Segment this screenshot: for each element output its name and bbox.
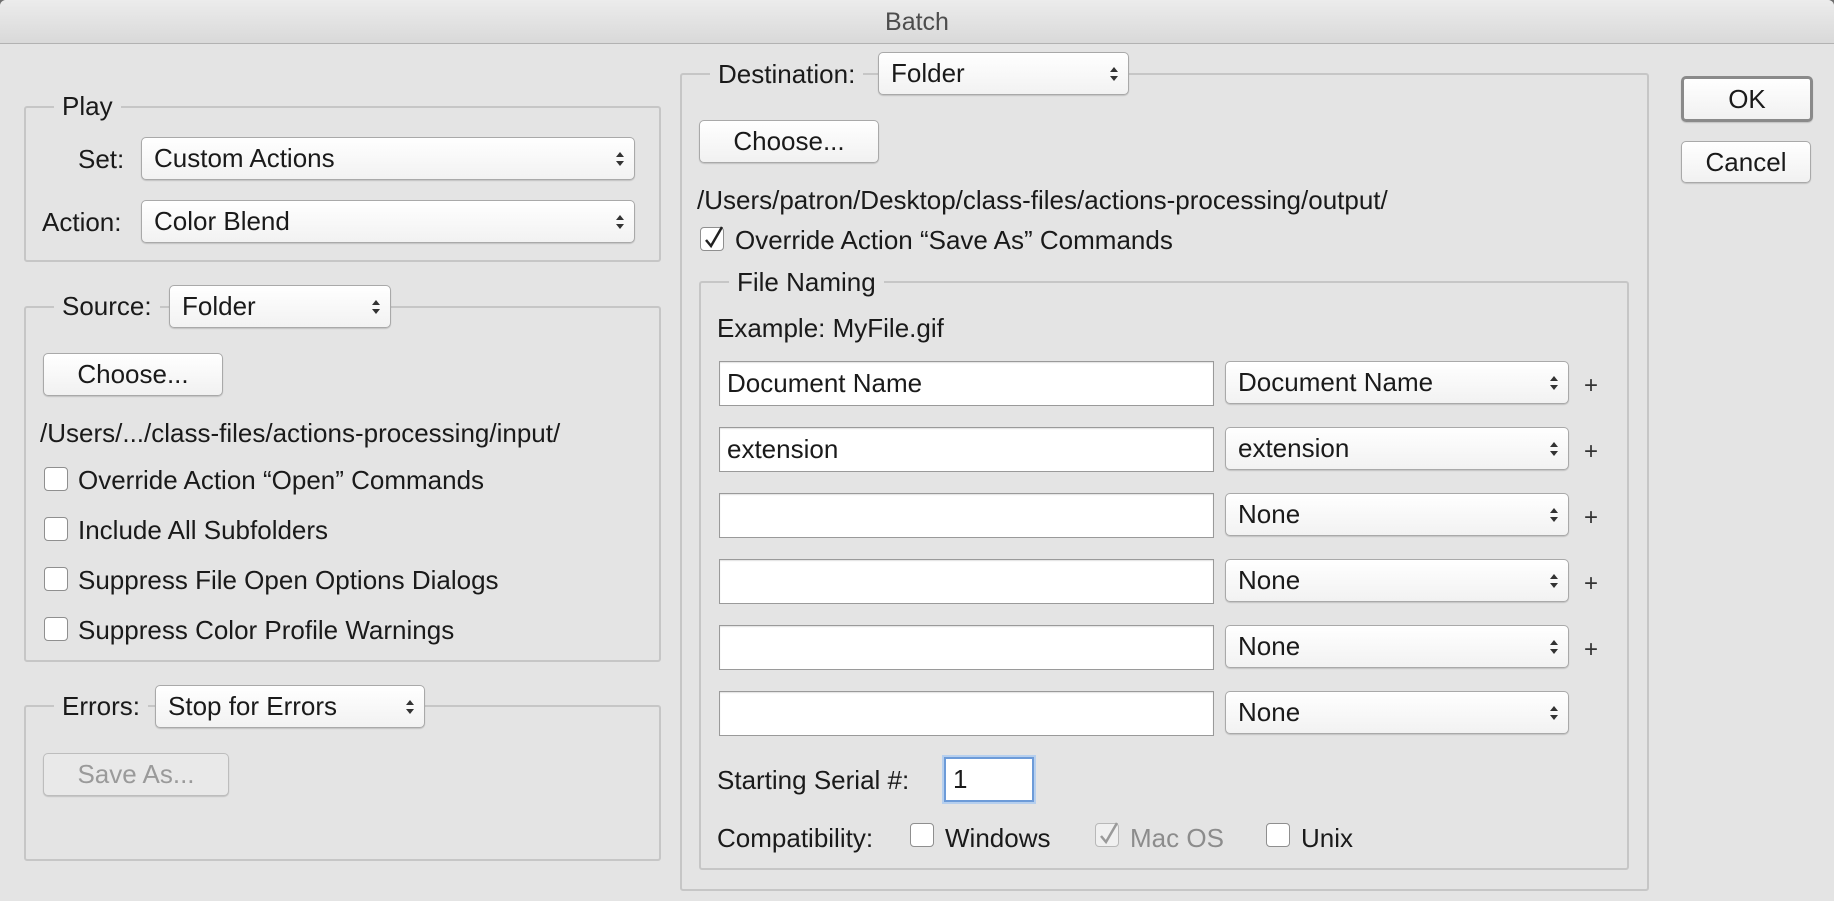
updown-arrow-icon: [406, 699, 414, 714]
naming-select-4-value: None: [1238, 565, 1301, 595]
naming-field-4[interactable]: [719, 559, 1214, 604]
unix-checkbox[interactable]: [1266, 823, 1290, 847]
cancel-button[interactable]: Cancel: [1681, 141, 1811, 183]
naming-select-2-value: extension: [1238, 433, 1350, 463]
naming-field-2[interactable]: extension: [719, 427, 1214, 472]
suppress-open-dialogs-label: Suppress File Open Options Dialogs: [78, 565, 499, 595]
window-title: Batch: [0, 0, 1834, 44]
add-row-button-2[interactable]: +: [1584, 440, 1598, 464]
action-select-value: Color Blend: [154, 206, 290, 236]
windows-label: Windows: [945, 823, 1051, 853]
naming-field-6[interactable]: [719, 691, 1214, 736]
updown-arrow-icon: [1550, 441, 1558, 456]
updown-arrow-icon: [1550, 507, 1558, 522]
naming-select-4[interactable]: None: [1225, 559, 1569, 602]
destination-label: Destination:: [710, 58, 864, 90]
checkmark-icon: [705, 226, 724, 249]
set-select[interactable]: Custom Actions: [141, 137, 635, 180]
source-label: Source:: [54, 290, 160, 322]
starting-serial-input[interactable]: 1: [944, 757, 1034, 802]
add-row-button-3[interactable]: +: [1584, 506, 1598, 530]
naming-select-5[interactable]: None: [1225, 625, 1569, 668]
starting-serial-label: Starting Serial #:: [717, 765, 910, 795]
suppress-color-warnings-checkbox[interactable]: [44, 617, 68, 641]
source-choose-button[interactable]: Choose...: [43, 353, 223, 396]
set-select-value: Custom Actions: [154, 143, 335, 173]
override-open-checkbox[interactable]: [44, 467, 68, 491]
destination-choose-button[interactable]: Choose...: [699, 120, 879, 163]
compatibility-label: Compatibility:: [717, 823, 874, 853]
play-legend: Play: [54, 90, 121, 122]
updown-arrow-icon: [1110, 66, 1118, 81]
naming-select-3-value: None: [1238, 499, 1301, 529]
action-select[interactable]: Color Blend: [141, 200, 635, 243]
updown-arrow-icon: [1550, 375, 1558, 390]
naming-field-1[interactable]: Document Name: [719, 361, 1214, 406]
override-save-as-checkbox[interactable]: [700, 226, 724, 251]
errors-select[interactable]: Stop for Errors: [155, 685, 425, 728]
naming-select-6-value: None: [1238, 697, 1301, 727]
updown-arrow-icon: [1550, 639, 1558, 654]
add-row-button-5[interactable]: +: [1584, 638, 1598, 662]
naming-select-3[interactable]: None: [1225, 493, 1569, 536]
destination-select[interactable]: Folder: [878, 52, 1129, 95]
override-open-label: Override Action “Open” Commands: [78, 465, 485, 495]
source-select-value: Folder: [182, 291, 256, 321]
updown-arrow-icon: [372, 299, 380, 314]
suppress-open-dialogs-checkbox[interactable]: [44, 567, 68, 591]
override-save-as-label: Override Action “Save As” Commands: [735, 225, 1173, 255]
include-subfolders-checkbox[interactable]: [44, 517, 68, 541]
action-label: Action:: [42, 207, 122, 237]
unix-label: Unix: [1301, 823, 1354, 853]
add-row-button-1[interactable]: +: [1584, 374, 1598, 398]
errors-select-value: Stop for Errors: [168, 691, 338, 721]
naming-select-1-value: Document Name: [1238, 367, 1434, 397]
naming-select-2[interactable]: extension: [1225, 427, 1569, 470]
updown-arrow-icon: [1550, 573, 1558, 588]
naming-select-5-value: None: [1238, 631, 1301, 661]
destination-select-value: Folder: [891, 58, 965, 88]
set-label: Set:: [78, 144, 125, 174]
suppress-color-warnings-label: Suppress Color Profile Warnings: [78, 615, 455, 645]
naming-field-5[interactable]: [719, 625, 1214, 670]
updown-arrow-icon: [1550, 705, 1558, 720]
batch-dialog: Batch OK Cancel Play Set: Custom Actions…: [0, 0, 1834, 901]
ok-button[interactable]: OK: [1681, 76, 1813, 122]
naming-select-1[interactable]: Document Name: [1225, 361, 1569, 404]
add-row-button-4[interactable]: +: [1584, 572, 1598, 596]
mac-os-label: Mac OS: [1130, 823, 1224, 853]
destination-path: /Users/patron/Desktop/class-files/action…: [697, 185, 1388, 215]
include-subfolders-label: Include All Subfolders: [78, 515, 329, 545]
mac-os-checkbox[interactable]: [1095, 822, 1119, 847]
updown-arrow-icon: [616, 151, 624, 166]
naming-select-6[interactable]: None: [1225, 691, 1569, 734]
errors-label: Errors:: [54, 690, 148, 722]
file-naming-example: Example: MyFile.gif: [717, 313, 944, 343]
file-naming-legend: File Naming: [729, 266, 884, 298]
source-path: /Users/.../class-files/actions-processin…: [40, 418, 561, 448]
save-as-button[interactable]: Save As...: [43, 753, 229, 796]
naming-field-3[interactable]: [719, 493, 1214, 538]
updown-arrow-icon: [616, 214, 624, 229]
windows-checkbox[interactable]: [910, 823, 934, 847]
source-select[interactable]: Folder: [169, 285, 391, 328]
checkmark-icon: [1100, 822, 1119, 845]
